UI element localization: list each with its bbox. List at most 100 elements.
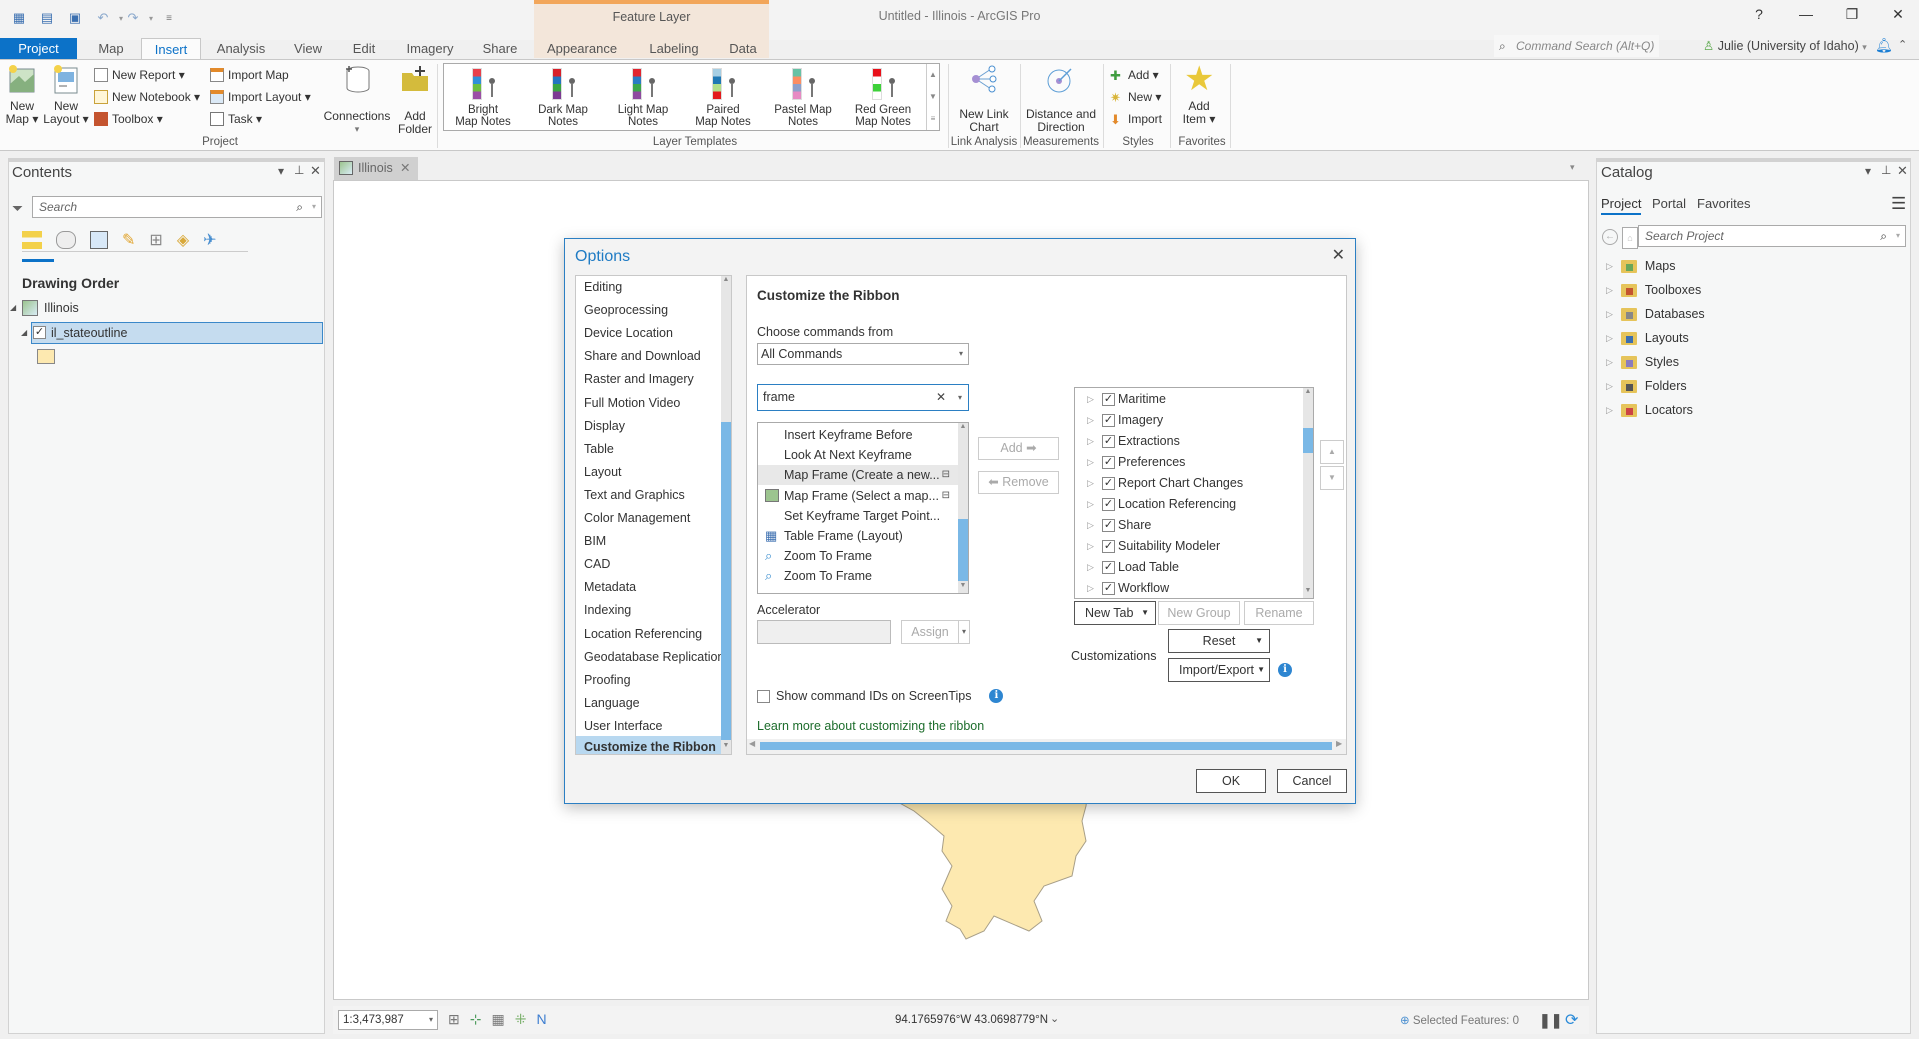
options-category-device-location[interactable]: Device Location — [584, 326, 673, 340]
tab-visibility-checkbox[interactable]: ✓ — [1102, 434, 1115, 448]
options-category-text-and-graphics[interactable]: Text and Graphics — [584, 488, 685, 502]
expand-icon[interactable]: ▷ — [1087, 499, 1099, 510]
catalog-item-layouts[interactable]: ▷ Layouts — [1606, 331, 1689, 345]
expand-layer-icon[interactable]: ◢ — [21, 328, 27, 337]
options-category-language[interactable]: Language — [584, 696, 640, 710]
options-category-location-referencing[interactable]: Location Referencing — [584, 627, 702, 641]
options-category-raster-and-imagery[interactable]: Raster and Imagery — [584, 372, 694, 386]
scroll-up-icon[interactable]: ▲ — [958, 423, 968, 430]
tab-data[interactable]: Data — [720, 38, 766, 60]
tab-visibility-checkbox[interactable]: ✓ — [1102, 455, 1115, 469]
list-by-drawing-order-icon[interactable] — [22, 230, 42, 249]
layer-symbol-swatch[interactable] — [37, 349, 55, 364]
gallery-expand-icon[interactable]: ≡ — [927, 108, 939, 130]
tab-project[interactable]: Project — [0, 38, 77, 60]
options-category-geodatabase-replication[interactable]: Geodatabase Replication — [584, 650, 724, 664]
close-pane-icon[interactable]: ✕ — [310, 163, 321, 179]
ribbon-tab-tree-item[interactable]: ▷ ✓ Report Chart Changes — [1087, 476, 1243, 490]
catalog-item-toolboxes[interactable]: ▷ Toolboxes — [1606, 283, 1701, 297]
gallery-scroll-up-icon[interactable]: ▲ — [927, 64, 939, 86]
expand-icon[interactable]: ▷ — [1087, 394, 1099, 405]
command-list-item[interactable]: Insert Keyframe Before — [758, 425, 958, 445]
reset-button[interactable]: Reset ▼ — [1168, 629, 1270, 653]
catalog-tab-favorites[interactable]: Favorites — [1697, 196, 1750, 211]
catalog-tab-project[interactable]: Project — [1601, 196, 1642, 215]
remove-command-button[interactable]: ⬅ Remove — [978, 471, 1059, 494]
coordinate-format-dropdown-icon[interactable]: ⌄ — [1050, 1012, 1059, 1025]
tab-visibility-checkbox[interactable]: ✓ — [1102, 560, 1115, 574]
catalog-item-locators[interactable]: ▷ Locators — [1606, 403, 1693, 417]
collapse-ribbon-icon[interactable]: ⌃ — [1898, 38, 1907, 51]
pin-icon[interactable]: ⊥ — [294, 163, 304, 177]
scroll-up-icon[interactable]: ▲ — [1303, 388, 1313, 395]
pane-options-icon[interactable]: ▾ — [278, 164, 284, 178]
tab-share[interactable]: Share — [474, 38, 526, 60]
ribbon-tab-tree-item[interactable]: ▷ ✓ Share — [1087, 518, 1151, 532]
options-category-customize-the-ribbon[interactable]: Customize the Ribbon — [576, 736, 721, 754]
info-icon[interactable]: i — [1278, 663, 1292, 677]
map-item-illinois[interactable]: Illinois — [44, 301, 79, 315]
close-pane-icon[interactable]: ✕ — [1897, 163, 1908, 179]
new-report-button[interactable]: New Report ▾ — [94, 66, 185, 84]
user-account-menu[interactable]: ♙ Julie (University of Idaho) ▾ — [1703, 38, 1867, 53]
options-category-full-motion-video[interactable]: Full Motion Video — [584, 396, 680, 410]
choose-commands-select[interactable]: All Commands ▾ — [757, 343, 969, 365]
ribbon-tab-tree-item[interactable]: ▷ ✓ Workflow — [1087, 581, 1169, 595]
tab-visibility-checkbox[interactable]: ✓ — [1102, 497, 1115, 511]
expand-icon[interactable]: ▷ — [1606, 285, 1613, 296]
command-list-item[interactable]: ⌕ Zoom To Frame — [758, 566, 958, 586]
layer-template-light-map-button[interactable]: Light Map Notes — [608, 68, 678, 128]
expand-icon[interactable]: ▷ — [1606, 405, 1613, 416]
tree-scrollbar[interactable]: ▲ ▼ — [1303, 388, 1313, 598]
help-button[interactable]: ? — [1744, 6, 1774, 26]
horizontal-scroll-thumb[interactable] — [760, 742, 1332, 750]
command-search-input[interactable]: ⌕ Command Search (Alt+Q) — [1494, 35, 1659, 57]
expand-icon[interactable]: ▷ — [1087, 583, 1099, 594]
tab-analysis[interactable]: Analysis — [208, 38, 274, 60]
list-by-editing-icon[interactable]: ✎ — [122, 230, 135, 250]
rename-button[interactable]: Rename — [1244, 601, 1314, 625]
catalog-item-folders[interactable]: ▷ Folders — [1606, 379, 1687, 393]
expand-icon[interactable]: ▷ — [1606, 381, 1613, 392]
pause-drawing-icon[interactable]: ❚❚ — [1539, 1012, 1562, 1029]
add-command-button[interactable]: Add ➡ — [978, 437, 1059, 460]
back-icon[interactable]: ← — [1602, 229, 1618, 245]
move-up-button[interactable]: ▲ — [1320, 440, 1344, 464]
tab-visibility-checkbox[interactable]: ✓ — [1102, 413, 1115, 427]
command-filter-input[interactable]: frame ✕ ▾ — [757, 384, 969, 411]
commands-scrollbar[interactable]: ▲ ▼ — [958, 423, 968, 593]
rotation-north-icon[interactable]: N — [536, 1011, 546, 1028]
catalog-item-maps[interactable]: ▷ Maps — [1606, 259, 1676, 273]
catalog-item-databases[interactable]: ▷ Databases — [1606, 307, 1705, 321]
tab-visibility-checkbox[interactable]: ✓ — [1102, 476, 1115, 490]
command-list-item[interactable]: Set Keyframe Target Point... — [758, 506, 958, 526]
options-category-user-interface[interactable]: User Interface — [584, 719, 663, 733]
command-list-item[interactable]: ⌕ Zoom To Frame — [758, 546, 958, 566]
layer-template-bright-button[interactable]: Bright Map Notes — [448, 68, 518, 128]
expand-map-icon[interactable]: ◢ — [10, 303, 16, 312]
ribbon-tab-tree-item[interactable]: ▷ ✓ Load Table — [1087, 560, 1179, 574]
pane-options-icon[interactable]: ▾ — [1865, 164, 1871, 178]
grid-icon[interactable]: ▦ — [491, 1011, 504, 1028]
catalog-tab-portal[interactable]: Portal — [1652, 196, 1686, 211]
ok-button[interactable]: OK — [1196, 769, 1266, 793]
category-scroll-thumb[interactable] — [721, 422, 731, 740]
expand-icon[interactable]: ▷ — [1087, 415, 1099, 426]
layer-template-paired-button[interactable]: Paired Map Notes — [688, 68, 758, 128]
options-category-indexing[interactable]: Indexing — [584, 603, 631, 617]
category-scrollbar[interactable]: ▲ ▼ — [721, 276, 731, 754]
tab-edit[interactable]: Edit — [342, 38, 386, 60]
tab-imagery[interactable]: Imagery — [397, 38, 463, 60]
cancel-button[interactable]: Cancel — [1277, 769, 1347, 793]
new-notebook-button[interactable]: New Notebook ▾ — [94, 88, 200, 106]
toolbox-button[interactable]: Toolbox ▾ — [94, 110, 163, 128]
gallery-scroll[interactable]: ▲ ▼ ≡ — [926, 64, 939, 130]
options-category-cad[interactable]: CAD — [584, 557, 610, 571]
minimize-button[interactable]: — — [1791, 6, 1821, 26]
close-window-button[interactable]: ✕ — [1883, 6, 1913, 26]
refresh-icon[interactable]: ⟳ — [1565, 1010, 1578, 1030]
expand-icon[interactable]: ▷ — [1087, 478, 1099, 489]
reference-scale-icon[interactable]: ⊹ — [470, 1011, 482, 1028]
tab-view[interactable]: View — [285, 38, 331, 60]
expand-icon[interactable]: ▷ — [1606, 333, 1613, 344]
